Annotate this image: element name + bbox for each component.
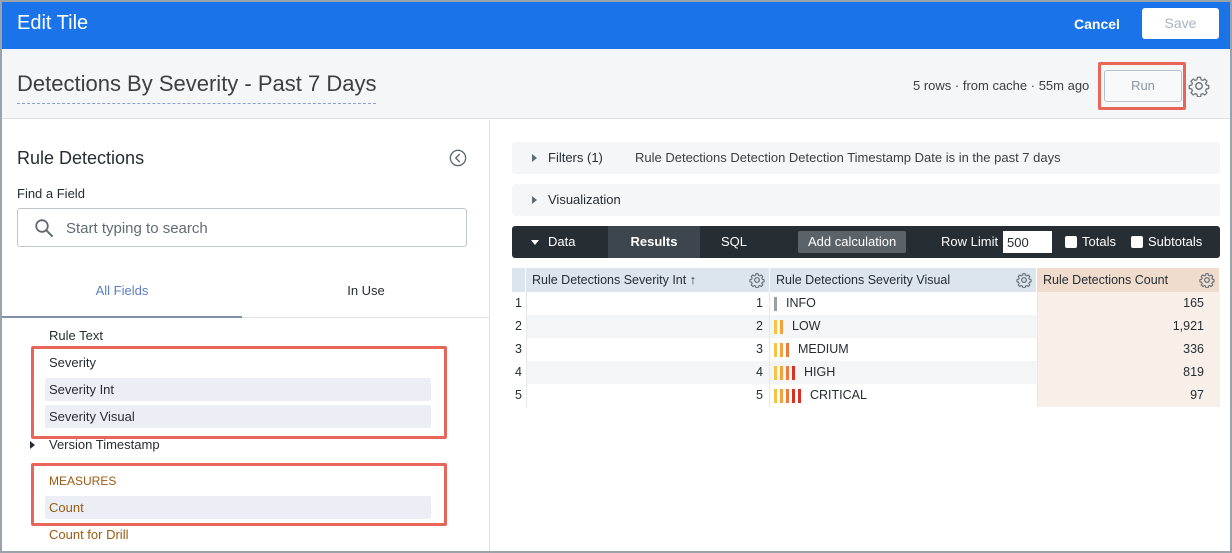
cell-severity-int[interactable]: 1 <box>526 292 770 315</box>
visualization-bar[interactable]: Visualization <box>512 184 1220 216</box>
caret-down-icon[interactable] <box>531 240 539 245</box>
severity-bar <box>780 366 783 380</box>
field-picker-tabs: All Fields In Use <box>2 272 490 318</box>
severity-bar <box>774 320 777 334</box>
column-header-label: Rule Detections Count <box>1043 273 1169 287</box>
measures-highlight-box <box>31 463 447 526</box>
field-picker: Rule Detections Find a Field All Fields … <box>2 120 490 551</box>
caret-right-icon <box>532 154 537 162</box>
results-panel: Filters (1) Rule Detections Detection De… <box>491 120 1230 551</box>
tab-in-use[interactable]: In Use <box>246 272 486 318</box>
severity-bar <box>780 343 783 357</box>
column-header-severity-int[interactable]: Rule Detections Severity Int ↑ <box>526 268 770 292</box>
edit-tile-dialog: Edit Tile Cancel Save Detections By Seve… <box>0 0 1232 553</box>
save-button[interactable]: Save <box>1142 8 1219 39</box>
severity-bar <box>786 389 789 403</box>
column-header-severity-visual[interactable]: Rule Detections Severity Visual <box>770 268 1037 292</box>
severity-bar <box>786 366 789 380</box>
totals-label: Totals <box>1082 234 1116 249</box>
look-title[interactable]: Detections By Severity - Past 7 Days <box>17 71 377 104</box>
cell-count[interactable]: 336 <box>1037 338 1220 361</box>
run-button[interactable]: Run <box>1104 70 1182 102</box>
severity-bar <box>774 343 777 357</box>
data-toolbar: Data Results SQL Add calculation Row Lim… <box>512 226 1220 258</box>
data-toggle[interactable]: Data <box>548 226 575 258</box>
gear-icon[interactable] <box>749 272 765 288</box>
cell-severity-visual[interactable]: MEDIUM <box>798 338 849 361</box>
find-field-label: Find a Field <box>17 186 85 201</box>
cell-count[interactable]: 165 <box>1037 292 1220 315</box>
severity-bar <box>780 320 783 334</box>
filters-bar[interactable]: Filters (1) Rule Detections Detection De… <box>512 142 1220 174</box>
dialog-header: Edit Tile Cancel Save <box>2 2 1230 49</box>
row-number-header <box>512 268 526 292</box>
dimensions-highlight-box <box>31 346 447 439</box>
field-rule-text[interactable]: Rule Text <box>45 324 431 347</box>
row-number: 5 <box>515 388 522 402</box>
totals-checkbox[interactable] <box>1065 236 1077 248</box>
cell-count[interactable]: 97 <box>1037 384 1220 407</box>
gear-icon[interactable] <box>1199 272 1215 288</box>
query-status: 5 rows · from cache · 55m ago <box>913 78 1090 93</box>
row-number: 1 <box>515 296 522 310</box>
row-limit-input[interactable] <box>1003 231 1052 253</box>
row-number: 3 <box>515 342 522 356</box>
column-header-label: Rule Detections Severity Visual <box>776 273 951 287</box>
row-limit-label: Row Limit <box>941 234 999 249</box>
chevron-left-circle-icon[interactable] <box>449 149 467 167</box>
cell-severity-visual[interactable]: INFO <box>786 292 816 315</box>
cell-severity-visual[interactable]: HIGH <box>804 361 835 384</box>
severity-bar <box>774 366 777 380</box>
subtotals-checkbox[interactable] <box>1131 236 1143 248</box>
explore-name: Rule Detections <box>17 148 145 168</box>
cell-severity-int[interactable]: 2 <box>526 315 770 338</box>
cell-severity-visual[interactable]: LOW <box>792 315 820 338</box>
row-number: 4 <box>515 365 522 379</box>
severity-bar <box>798 389 801 403</box>
filters-label: Filters (1) <box>548 150 603 165</box>
severity-bar <box>786 343 789 357</box>
column-header-label: Rule Detections Severity Int ↑ <box>532 273 696 287</box>
cell-severity-visual[interactable]: CRITICAL <box>810 384 867 407</box>
search-input[interactable] <box>66 217 446 239</box>
column-header-count[interactable]: Rule Detections Count <box>1037 268 1220 292</box>
search-icon <box>35 219 53 237</box>
severity-bar <box>774 297 777 311</box>
caret-right-icon[interactable] <box>30 441 35 449</box>
severity-bar <box>774 389 777 403</box>
tab-sql[interactable]: SQL <box>721 226 747 258</box>
cell-severity-int[interactable]: 5 <box>526 384 770 407</box>
caret-right-icon <box>532 196 537 204</box>
subtotals-label: Subtotals <box>1148 234 1203 249</box>
severity-bar <box>780 389 783 403</box>
severity-bar <box>792 389 795 403</box>
cell-count[interactable]: 819 <box>1037 361 1220 384</box>
cancel-button[interactable]: Cancel <box>1074 16 1120 32</box>
gear-icon[interactable] <box>1188 75 1210 97</box>
add-calculation-button[interactable]: Add calculation <box>798 231 907 253</box>
filters-description: Rule Detections Detection Detection Time… <box>635 150 1061 165</box>
cell-severity-int[interactable]: 3 <box>526 338 770 361</box>
cell-count[interactable]: 1,921 <box>1037 315 1220 338</box>
field-search-box[interactable] <box>17 208 467 247</box>
tab-results[interactable]: Results <box>608 226 700 258</box>
field-count-for-drill[interactable]: Count for Drill <box>45 523 431 546</box>
gear-icon[interactable] <box>1016 272 1032 288</box>
look-header: Detections By Severity - Past 7 Days 5 r… <box>2 49 1230 119</box>
visualization-label: Visualization <box>548 192 621 207</box>
row-number: 2 <box>515 319 522 333</box>
dialog-title: Edit Tile <box>17 12 89 34</box>
tab-all-fields[interactable]: All Fields <box>2 272 242 318</box>
severity-bar <box>792 366 795 380</box>
cell-severity-int[interactable]: 4 <box>526 361 770 384</box>
